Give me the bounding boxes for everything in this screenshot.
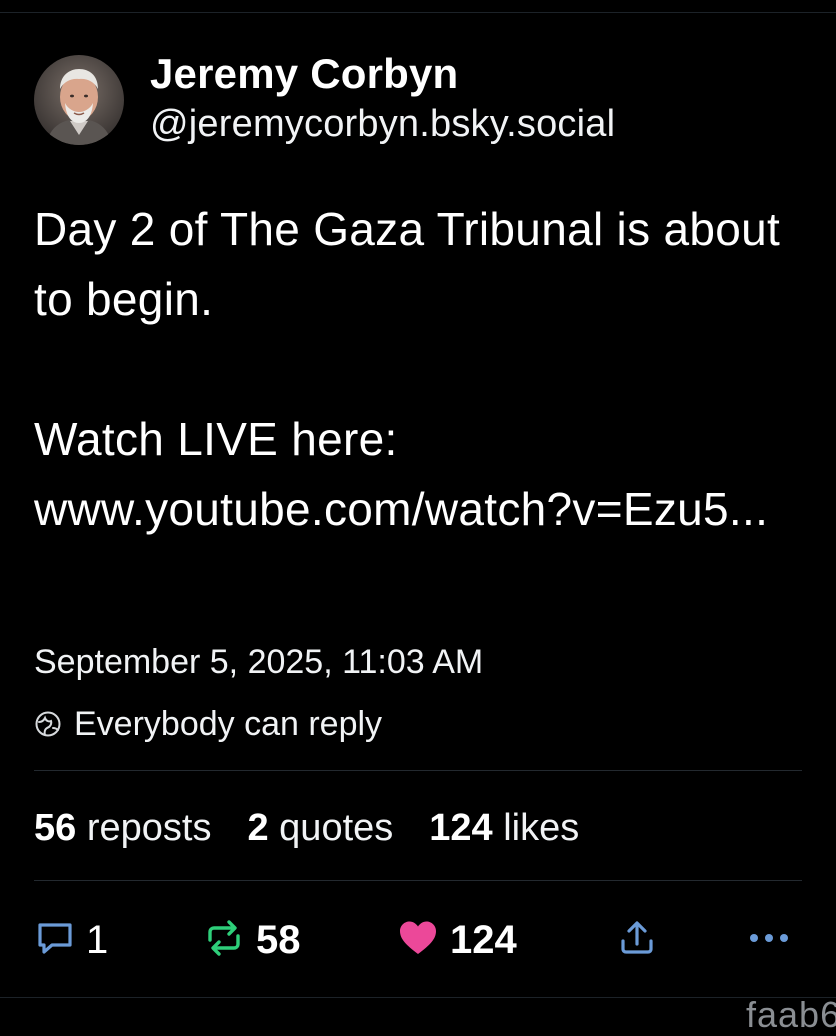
post-text: Day 2 of The Gaza Tribunal is about to b… — [34, 194, 804, 544]
quotes-label: quotes — [279, 807, 394, 849]
upload-icon — [616, 917, 658, 964]
more-options-button[interactable] — [746, 910, 792, 970]
post-stats: 56 reposts 2 quotes 124 likes — [34, 803, 615, 853]
repost-arrows-icon — [202, 916, 246, 965]
repost-button[interactable]: 58 — [202, 910, 301, 970]
globe-icon — [34, 710, 62, 738]
quotes-count: 2 — [247, 807, 269, 849]
post-link[interactable]: www.youtube.com/watch?v=Ezu5... — [34, 483, 768, 535]
author-handle[interactable]: @jeremycorbyn.bsky.social — [150, 100, 615, 148]
bottom-divider — [0, 997, 836, 998]
heart-icon — [396, 916, 440, 965]
reply-setting-label: Everybody can reply — [74, 705, 383, 743]
repost-count: 58 — [256, 917, 301, 962]
like-button[interactable]: 124 — [396, 910, 517, 970]
share-button[interactable] — [616, 910, 658, 970]
post-line-2: Watch LIVE here: — [34, 413, 398, 465]
quotes-stat[interactable]: 2 quotes — [247, 803, 393, 853]
stats-bottom-divider — [34, 880, 802, 881]
display-name[interactable]: Jeremy Corbyn — [150, 48, 615, 100]
ellipsis-icon — [746, 928, 792, 953]
reply-count: 1 — [86, 917, 109, 962]
action-bar: 1 58 124 — [34, 910, 804, 970]
likes-label: likes — [503, 807, 580, 849]
author-names: Jeremy Corbyn @jeremycorbyn.bsky.social — [150, 48, 615, 148]
stats-top-divider — [34, 770, 802, 771]
likes-stat[interactable]: 124 likes — [429, 803, 579, 853]
like-count: 124 — [450, 917, 517, 962]
likes-count: 124 — [429, 807, 493, 849]
post-line-1: Day 2 of The Gaza Tribunal is about to b… — [34, 203, 781, 325]
reposts-label: reposts — [86, 807, 212, 849]
reply-setting: Everybody can reply — [34, 702, 382, 746]
reply-button[interactable]: 1 — [34, 910, 108, 970]
post-timestamp: September 5, 2025, 11:03 AM — [34, 643, 484, 681]
avatar[interactable] — [34, 55, 124, 145]
top-divider — [0, 12, 836, 13]
speech-bubble-icon — [34, 917, 76, 964]
reposts-count: 56 — [34, 807, 77, 849]
reposts-stat[interactable]: 56 reposts — [34, 803, 211, 853]
post-header: Jeremy Corbyn @jeremycorbyn.bsky.social — [34, 50, 615, 148]
watermark: faab6 — [746, 994, 836, 1035]
